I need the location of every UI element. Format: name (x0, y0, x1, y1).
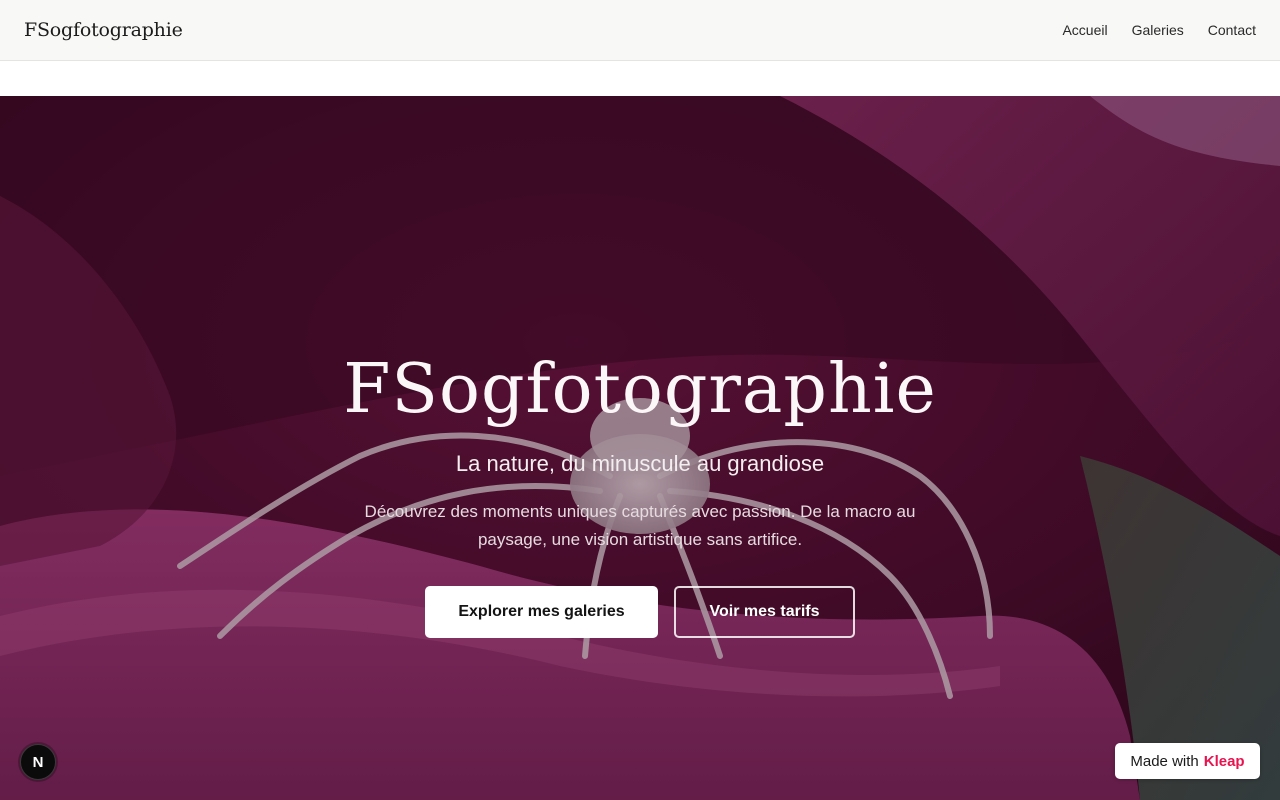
view-pricing-button[interactable]: Voir mes tarifs (674, 586, 855, 638)
main-nav: Accueil Galeries Contact (1062, 22, 1256, 38)
explore-galleries-button[interactable]: Explorer mes galeries (425, 586, 658, 638)
kleap-badge-prefix: Made with (1130, 752, 1199, 770)
hero-subtitle: La nature, du minuscule au grandiose (455, 451, 825, 476)
hero-description: Découvrez des moments uniques capturés a… (364, 502, 916, 549)
nav-link-contact[interactable]: Contact (1208, 22, 1256, 38)
hero-section: FSogfotographie La nature, du minuscule … (0, 96, 1280, 800)
nextjs-logo-icon: N (32, 753, 44, 771)
kleap-brand-name: Kleap (1203, 752, 1245, 770)
nextjs-dev-badge[interactable]: N (20, 744, 56, 780)
hero-content: FSogfotographie La nature, du minuscule … (0, 96, 1280, 800)
hero-title: FSogfotographie (343, 350, 937, 429)
site-header: FSogfotographie Accueil Galeries Contact (0, 0, 1280, 61)
nav-link-galeries[interactable]: Galeries (1132, 22, 1184, 38)
nav-link-accueil[interactable]: Accueil (1062, 22, 1107, 38)
made-with-kleap-badge[interactable]: Made with Kleap (1115, 743, 1260, 779)
site-brand-link[interactable]: FSogfotographie (24, 19, 183, 41)
